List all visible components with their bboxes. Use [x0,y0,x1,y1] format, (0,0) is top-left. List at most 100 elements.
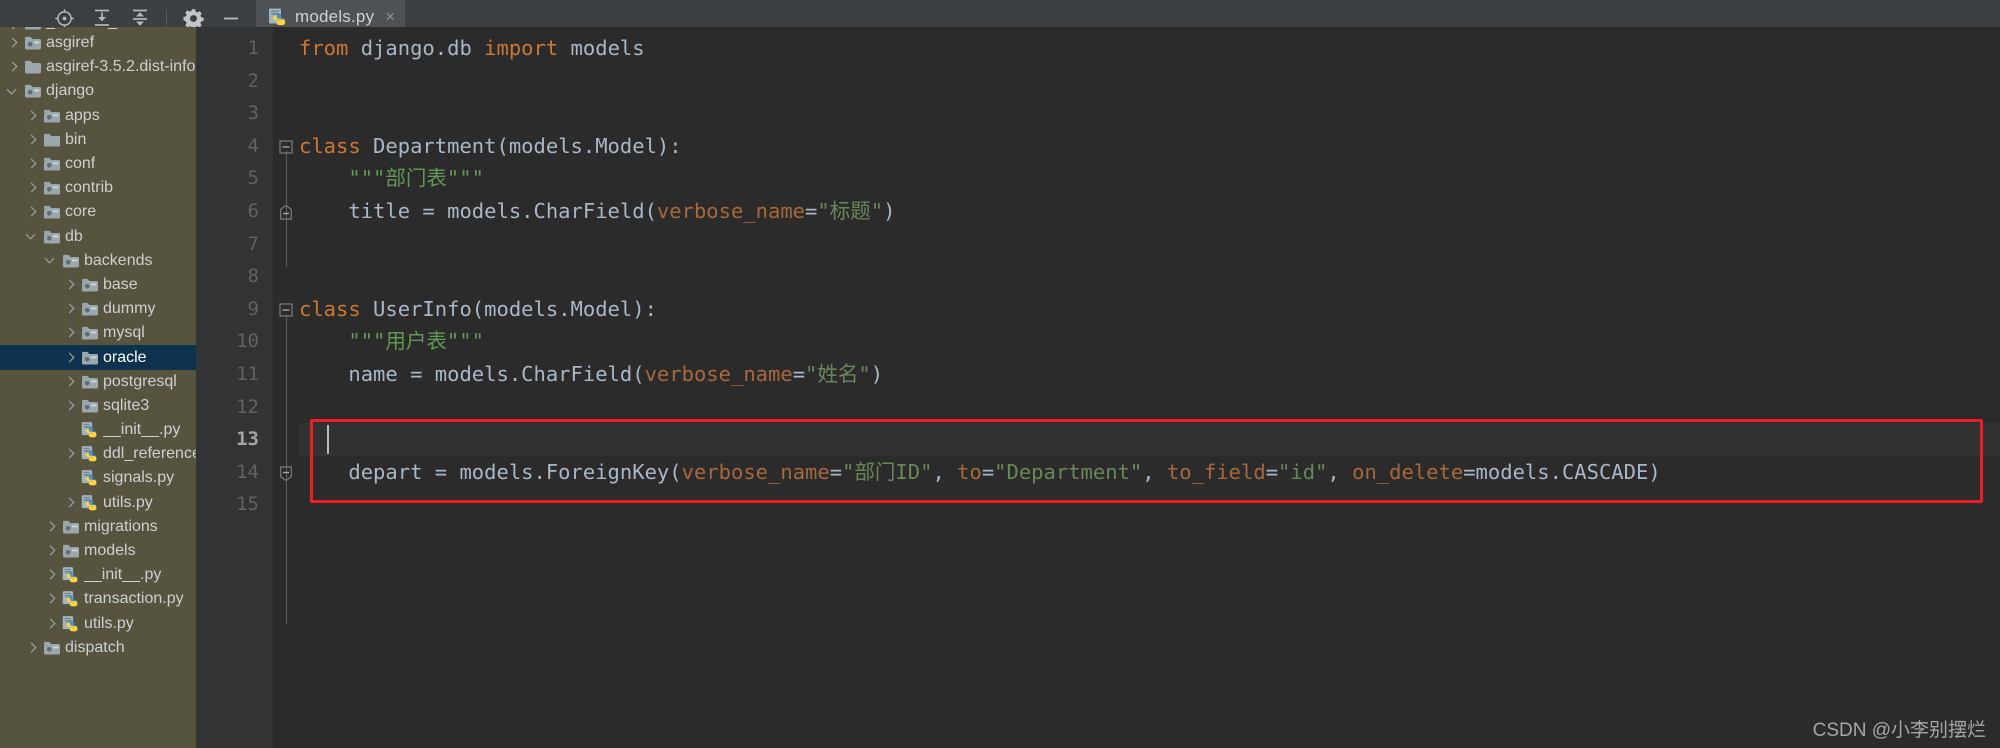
line-number-7[interactable]: 7 [203,228,259,261]
code-line-8[interactable] [299,260,311,293]
tree-item-utils-py[interactable]: utils.py [0,612,196,636]
tree-item-oracle[interactable]: oracle [0,345,196,370]
code-line-2[interactable] [299,65,311,98]
line-number-5[interactable]: 5 [203,162,259,195]
code-line-12[interactable] [299,391,311,424]
code-line-14[interactable]: depart = models.ForeignKey(verbose_name=… [299,456,1660,489]
code-token: verbose_name [644,362,793,386]
tree-item-django[interactable]: django [0,79,196,103]
tree-item-asgiref[interactable]: asgiref [0,31,196,55]
tree-item-db[interactable]: db [0,225,196,249]
line-number-13[interactable]: 13 [203,423,259,456]
line-number-2[interactable]: 2 [203,65,259,98]
line-number-4[interactable]: 4 [203,130,259,163]
code-line-3[interactable] [299,97,311,130]
chevron-right-icon[interactable] [25,109,38,122]
tree-item-apps[interactable]: apps [0,104,196,128]
close-icon[interactable]: × [385,8,395,25]
chevron-right-icon[interactable] [25,158,38,171]
chevron-right-icon[interactable] [63,375,76,388]
code-line-13[interactable] [299,423,311,456]
chevron-right-icon[interactable] [63,399,76,412]
tree-item-backends[interactable]: backends [0,249,196,273]
line-number-6[interactable]: 6 [203,195,259,228]
code-token: UserInfo(models.Model): [360,296,657,321]
line-number-8[interactable]: 8 [203,260,259,293]
chevron-right-icon[interactable] [25,182,38,195]
tree-item-dispatch[interactable]: dispatch [0,636,196,660]
tree-item-asgiref-3-5-2-dist-info[interactable]: asgiref-3.5.2.dist-info [0,55,196,79]
tree-item-conf[interactable]: conf [0,152,196,176]
chevron-down-icon[interactable] [6,85,19,98]
tree-item-signals-py[interactable]: signals.py [0,466,196,490]
code-token: ) [870,362,884,386]
chevron-down-icon[interactable] [25,230,38,243]
tree-item-transaction-py[interactable]: transaction.py [0,587,196,611]
chevron-right-icon[interactable] [44,569,57,582]
project-tree[interactable]: _distutils_hackasgirefasgiref-3.5.2.dist… [0,27,196,748]
line-number-10[interactable]: 10 [203,325,259,358]
line-number-12[interactable]: 12 [203,391,259,424]
chevron-right-icon[interactable] [44,520,57,533]
source-folder-icon [61,543,80,559]
line-number-11[interactable]: 11 [203,358,259,391]
chevron-down-icon[interactable] [44,254,57,267]
code-line-10[interactable]: """用户表""" [299,325,484,358]
chevron-right-icon[interactable] [63,448,76,461]
python-file-icon [80,469,99,487]
tree-item-base[interactable]: base [0,273,196,297]
chevron-right-icon[interactable] [6,61,19,74]
code-token: to_field [1166,459,1266,484]
tree-item-sqlite3[interactable]: sqlite3 [0,394,196,418]
line-number-1[interactable]: 1 [203,32,259,65]
line-number-15[interactable]: 15 [203,488,259,521]
code-token: Department(models.Model): [360,133,682,158]
chevron-right-icon[interactable] [63,303,76,316]
tree-item-migrations[interactable]: migrations [0,515,196,539]
tree-item-core[interactable]: core [0,200,196,224]
line-number-9[interactable]: 9 [203,293,259,326]
code-token: """用户表""" [299,329,484,354]
chevron-right-icon[interactable] [63,327,76,340]
code-editor[interactable]: from django.db import models class Depar… [299,27,2000,748]
code-fold-column[interactable] [273,27,299,748]
chevron-right-icon[interactable] [63,351,76,364]
code-line-7[interactable] [299,228,311,261]
tree-item-dummy[interactable]: dummy [0,297,196,321]
chevron-right-icon[interactable] [63,496,76,509]
code-token: """部门表""" [299,166,484,191]
tree-item-ddl-references-py[interactable]: ddl_references.py [0,442,196,466]
code-line-5[interactable]: """部门表""" [299,162,484,195]
chevron-right-icon[interactable] [63,278,76,291]
chevron-right-icon[interactable] [25,206,38,219]
line-number-3[interactable]: 3 [203,97,259,130]
tree-item-mysql[interactable]: mysql [0,321,196,345]
chevron-right-icon[interactable] [44,545,57,558]
tree-item-bin[interactable]: bin [0,128,196,152]
code-line-4[interactable]: class Department(models.Model): [299,130,682,163]
tree-item--init-py[interactable]: __init__.py [0,418,196,442]
tree-item-models[interactable]: models [0,539,196,563]
fold-marker-line14[interactable] [278,464,294,482]
chevron-right-icon[interactable] [6,37,19,50]
fold-marker-class-department[interactable] [278,139,294,155]
line-number-14[interactable]: 14 [203,456,259,489]
fold-marker-class-userinfo[interactable] [278,302,294,318]
code-token: to [957,459,982,484]
tree-item-label: core [65,203,97,221]
fold-marker-line6[interactable] [278,204,294,220]
code-line-9[interactable]: class UserInfo(models.Model): [299,293,657,326]
tree-item-postgresql[interactable]: postgresql [0,370,196,394]
chevron-right-icon[interactable] [44,617,57,630]
tree-item-contrib[interactable]: contrib [0,176,196,200]
code-line-6[interactable]: title = models.CharField(verbose_name="标… [299,195,895,228]
code-line-1[interactable]: from django.db import models [299,32,645,65]
code-line-11[interactable]: name = models.CharField(verbose_name="姓名… [299,358,883,391]
tree-item--init-py[interactable]: __init__.py [0,563,196,587]
chevron-right-icon[interactable] [25,133,38,146]
tree-item-utils-py[interactable]: utils.py [0,491,196,515]
code-line-15[interactable] [299,488,311,521]
editor-gutter[interactable]: 1 2 3 4 5 6 7 8 9 10 11 12 13 14 15 [196,27,273,748]
chevron-right-icon[interactable] [44,593,57,606]
chevron-right-icon[interactable] [25,641,38,654]
